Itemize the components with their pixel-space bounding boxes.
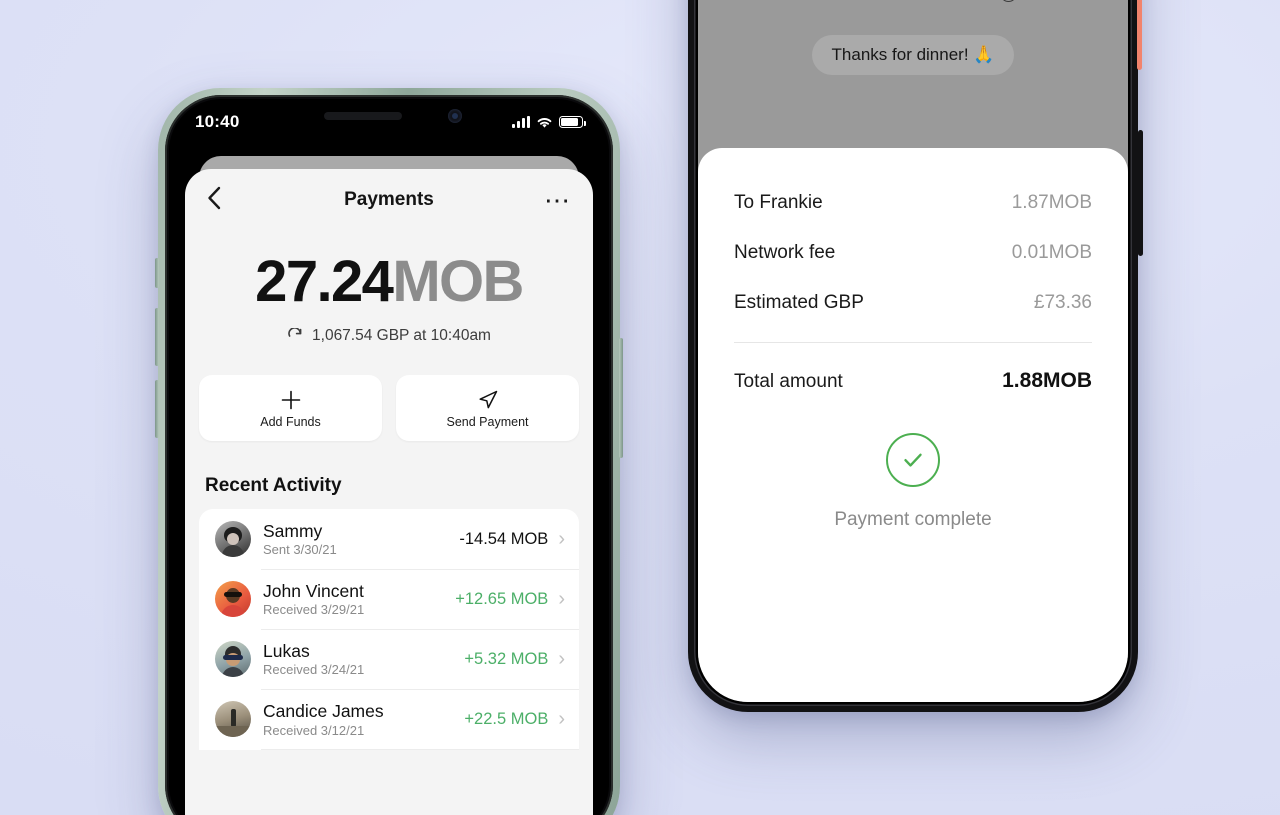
receipt-row-value: 0.01MOB: [1011, 242, 1092, 263]
row-amount: -14.54 MOB: [459, 529, 549, 548]
avatar: [215, 641, 251, 678]
right-phone-device: 1.87MOB £73.36 GBP at 10:42am i Thanks f…: [688, 0, 1143, 712]
balance-block: 27.24MOB 1,067.54 GBP at 10:40am: [185, 253, 593, 345]
receipt-row-label: To Frankie: [734, 192, 823, 213]
table-row[interactable]: Sammy Sent 3/30/21 -14.54 MOB ›: [199, 509, 579, 569]
row-name: Sammy: [263, 521, 323, 541]
row-subtitle: Received 3/24/21: [263, 662, 365, 678]
info-icon[interactable]: i: [999, 0, 1017, 2]
row-amount: +22.5 MOB: [464, 709, 549, 728]
avatar: [215, 701, 251, 738]
receipt-total-row: Total amount 1.88MOB: [734, 369, 1092, 393]
check-circle-icon: [886, 433, 940, 487]
power-button[interactable]: [619, 338, 623, 458]
front-camera-icon: [448, 109, 462, 123]
row-meta: John Vincent Received 3/29/21: [263, 581, 455, 617]
receipt-row: To Frankie 1.87MOB: [734, 192, 1092, 214]
signal-bars-icon: [512, 116, 530, 128]
receipt-row: Network fee 0.01MOB: [734, 242, 1092, 264]
payment-memo-bubble: Thanks for dinner! 🙏: [811, 35, 1015, 75]
receipt-row-label: Network fee: [734, 242, 836, 263]
send-payment-button[interactable]: Send Payment: [396, 375, 579, 441]
status-badge: Payment complete: [834, 509, 992, 530]
row-meta: Candice James Received 3/12/21: [263, 701, 464, 737]
right-phone-bezel: 1.87MOB £73.36 GBP at 10:42am i Thanks f…: [694, 0, 1132, 706]
table-row[interactable]: John Vincent Received 3/29/21 +12.65 MOB…: [199, 569, 579, 629]
chevron-right-icon: ›: [558, 587, 565, 610]
chevron-right-icon: ›: [558, 707, 565, 730]
power-button[interactable]: [1138, 130, 1143, 256]
recent-activity-list: Sammy Sent 3/30/21 -14.54 MOB › John Vin…: [199, 509, 579, 750]
row-name: Candice James: [263, 701, 384, 722]
chevron-right-icon: ›: [558, 527, 565, 550]
row-amount: +5.32 MOB: [464, 649, 549, 668]
chevron-left-icon[interactable]: [207, 186, 237, 215]
refresh-icon[interactable]: [287, 327, 303, 344]
chevron-right-icon: ›: [558, 647, 565, 670]
volume-down-button[interactable]: [155, 380, 159, 438]
receipt-row: Estimated GBP £73.36: [734, 292, 1092, 314]
left-phone-device: 10:40 Payments ⋯ 27.24MOB 1,067.54 GBP a…: [155, 88, 623, 815]
send-payment-label: Send Payment: [446, 414, 529, 429]
row-meta: Sammy Sent 3/30/21: [263, 521, 459, 557]
balance-fiat-text: 1,067.54 GBP at 10:40am: [312, 327, 491, 344]
send-paper-plane-icon: [477, 388, 499, 412]
row-amount: +12.65 MOB: [455, 589, 549, 608]
notch: [290, 99, 488, 131]
page-title: Payments: [344, 189, 434, 210]
receipt-row-value: 1.87MOB: [1011, 192, 1092, 213]
avatar: [215, 581, 251, 618]
receipt-row-value: £73.36: [1033, 292, 1092, 313]
row-subtitle: Received 3/29/21: [263, 602, 365, 618]
receipt-row-label: Estimated GBP: [734, 292, 864, 313]
receipt-divider: [734, 342, 1092, 343]
payment-fiat-row: £73.36 GBP at 10:42am i: [698, 0, 1128, 3]
add-funds-button[interactable]: Add Funds: [199, 375, 382, 441]
status-bar-time: 10:40: [195, 112, 240, 131]
balance-fiat-row[interactable]: 1,067.54 GBP at 10:40am: [185, 327, 593, 345]
receipt-card: To Frankie 1.87MOB Network fee 0.01MOB E…: [698, 148, 1128, 702]
volume-mute-button[interactable]: [155, 258, 159, 288]
add-funds-label: Add Funds: [260, 414, 321, 429]
wifi-icon: [537, 117, 552, 128]
row-meta: Lukas Received 3/24/21: [263, 641, 464, 677]
nav-bar: Payments ⋯: [185, 169, 593, 231]
left-phone-screen: 10:40 Payments ⋯ 27.24MOB 1,067.54 GBP a…: [169, 99, 609, 815]
payment-fiat-text: £73.36 GBP at 10:42am: [809, 0, 991, 3]
right-phone-screen: 1.87MOB £73.36 GBP at 10:42am i Thanks f…: [698, 0, 1128, 702]
table-row[interactable]: Candice James Received 3/12/21 +22.5 MOB…: [199, 689, 579, 750]
side-accent-strip: [1137, 0, 1142, 70]
receipt-total-value: 1.88MOB: [1002, 369, 1092, 392]
recent-activity-title: Recent Activity: [205, 475, 342, 496]
balance-amount: 27.24MOB: [185, 253, 593, 311]
row-subtitle: Received 3/12/21: [263, 722, 365, 738]
balance-amount-value: 27.24: [255, 249, 394, 314]
table-row[interactable]: Lukas Received 3/24/21 +5.32 MOB ›: [199, 629, 579, 689]
row-subtitle: Sent 3/30/21: [263, 542, 337, 558]
row-name: Lukas: [263, 641, 310, 662]
plus-icon: [280, 388, 302, 412]
quick-actions: Add Funds Send Payment: [185, 375, 593, 441]
earpiece-speaker-icon: [324, 112, 402, 120]
payment-summary-header: 1.87MOB £73.36 GBP at 10:42am i Thanks f…: [698, 0, 1128, 75]
volume-up-button[interactable]: [155, 308, 159, 366]
balance-amount-unit: MOB: [392, 249, 524, 314]
payment-status-block: Payment complete: [734, 433, 1092, 531]
row-name: John Vincent: [263, 581, 364, 602]
receipt-total-label: Total amount: [734, 371, 843, 392]
status-bar-icons: [512, 116, 586, 129]
payments-sheet: Payments ⋯ 27.24MOB 1,067.54 GBP at 10:4…: [185, 169, 593, 815]
avatar: [215, 521, 251, 558]
left-phone-bezel: 10:40 Payments ⋯ 27.24MOB 1,067.54 GBP a…: [165, 95, 613, 815]
ellipsis-icon[interactable]: ⋯: [544, 187, 571, 213]
battery-icon: [559, 116, 586, 128]
